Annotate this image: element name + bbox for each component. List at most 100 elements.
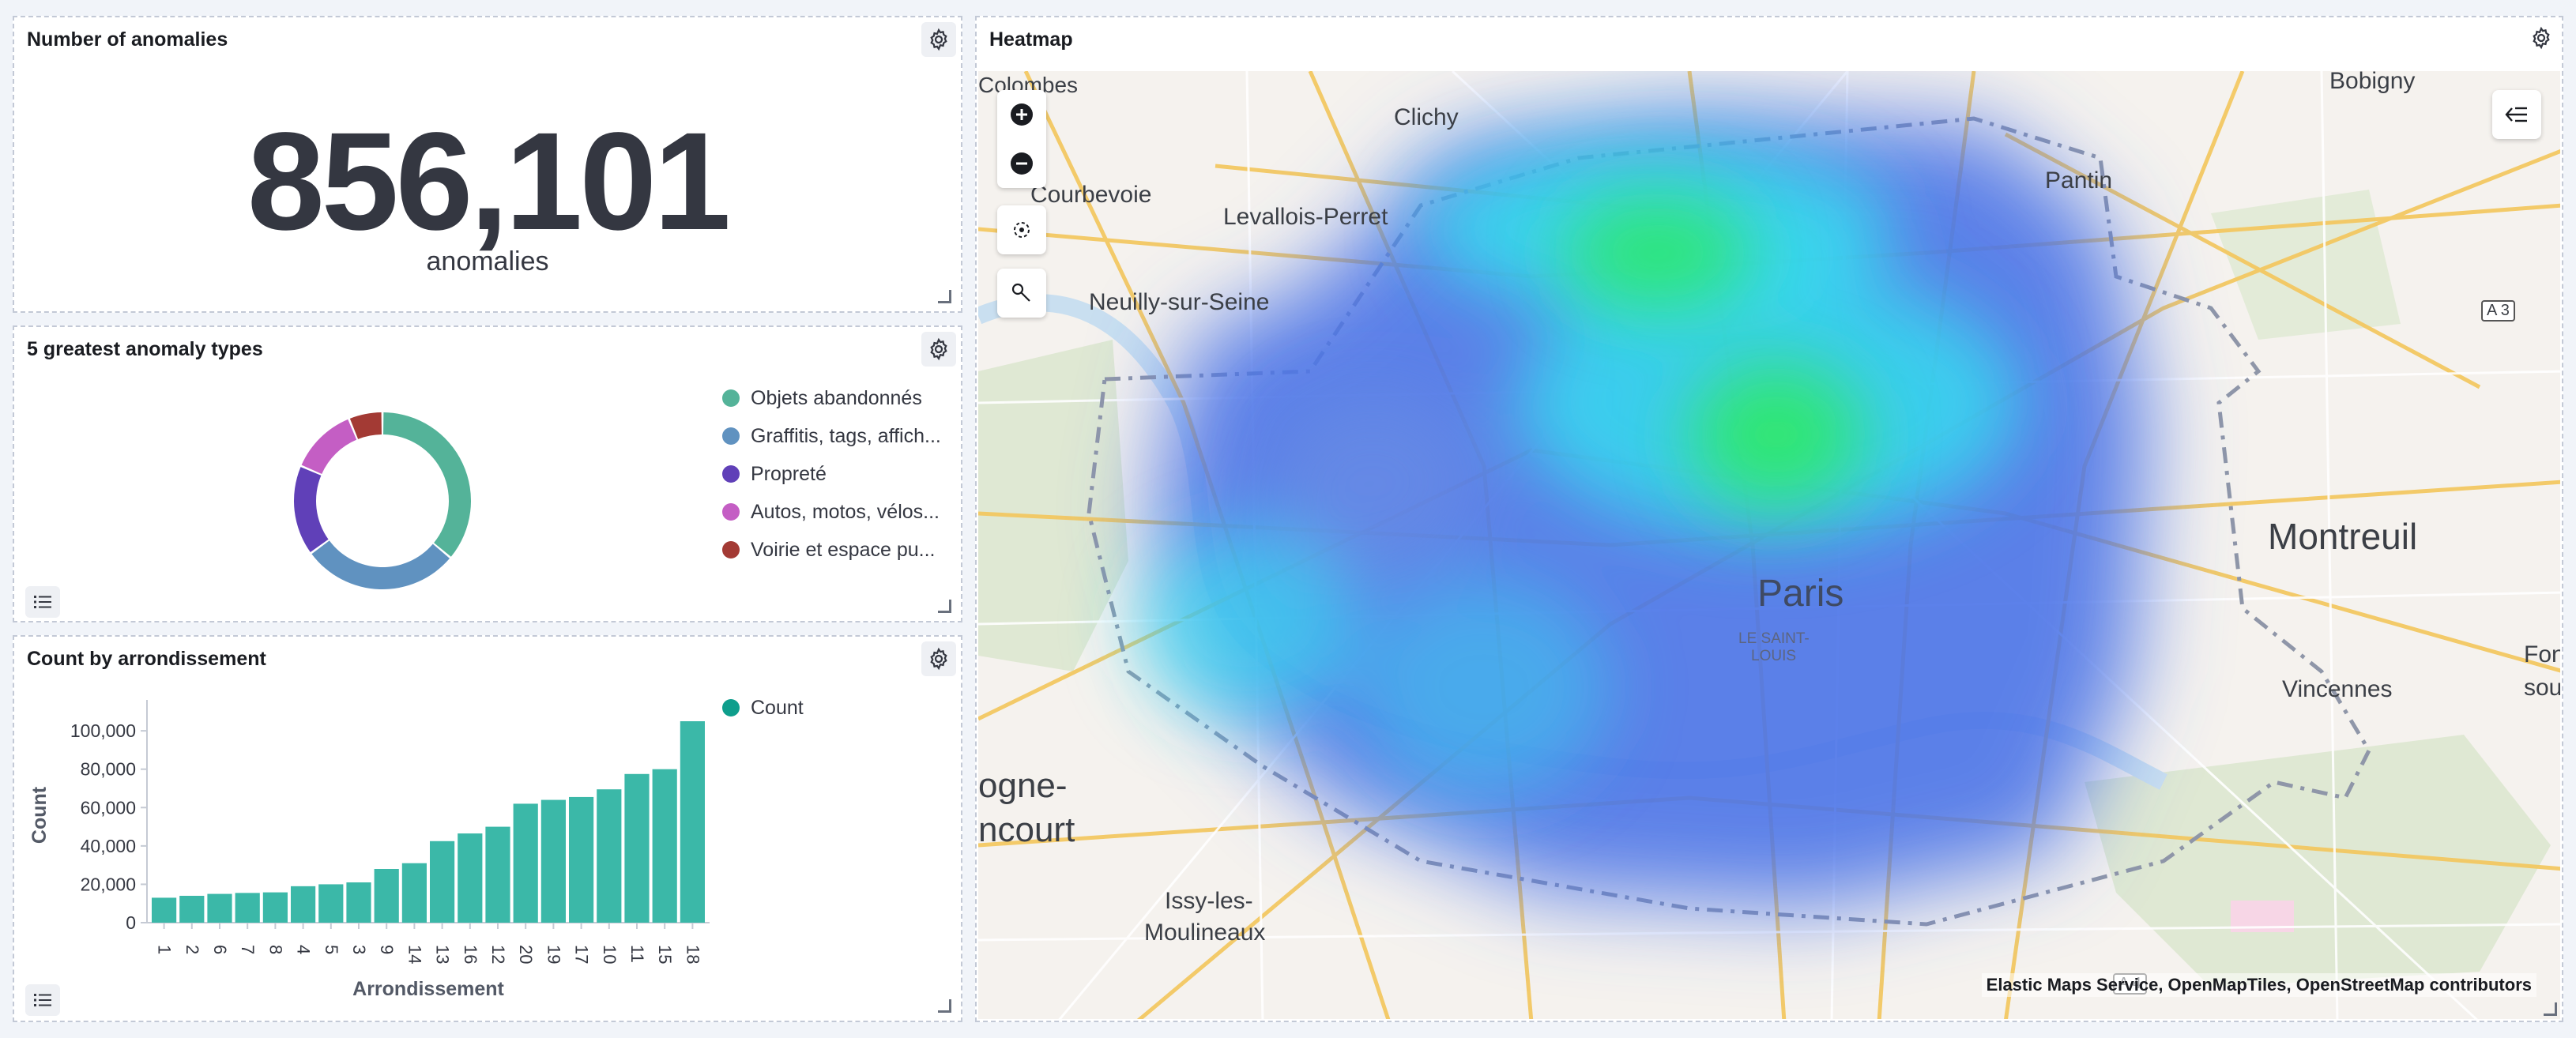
x-tick-label: 4 xyxy=(294,945,314,954)
map-label: Issy-les- xyxy=(1165,888,1253,914)
panel-options-button[interactable] xyxy=(921,641,956,676)
x-tick-label: 7 xyxy=(238,945,258,954)
donut-panel: 5 greatest anomaly types Objets abandonn… xyxy=(13,325,962,622)
map-label: Vincennes xyxy=(2282,676,2393,702)
bar[interactable] xyxy=(624,773,650,923)
x-tick-label: 12 xyxy=(488,945,508,964)
bar[interactable] xyxy=(401,863,427,923)
bar[interactable] xyxy=(458,833,483,923)
zoom-out-button[interactable] xyxy=(997,139,1046,188)
x-tick-label: 14 xyxy=(405,945,424,964)
donut-slice[interactable] xyxy=(311,540,450,589)
panel-options-button[interactable] xyxy=(921,332,956,367)
map-canvas[interactable]: Colombes Bobigny Clichy Courbevoie Leval… xyxy=(978,71,2560,1019)
bar[interactable] xyxy=(291,886,316,923)
map-label: Font xyxy=(2524,641,2560,668)
bar[interactable] xyxy=(513,803,538,923)
map-label: Clichy xyxy=(1394,104,1459,130)
fit-to-data-button[interactable] xyxy=(997,205,1046,254)
map-label: ogne- xyxy=(978,766,1068,805)
y-tick-label: 80,000 xyxy=(81,759,136,780)
crosshair-icon xyxy=(1014,222,1030,238)
x-tick-label: 18 xyxy=(683,945,702,964)
bar[interactable] xyxy=(346,882,371,923)
bar[interactable] xyxy=(430,841,455,923)
panel-title: Count by arrondissement xyxy=(27,648,266,670)
legend-item[interactable]: Propreté xyxy=(722,455,941,493)
resize-handle[interactable] xyxy=(938,290,951,303)
legend-dot xyxy=(722,389,740,407)
bar-chart: 020,00040,00060,00080,000100,0001 2 6 7 8 4 5 3… xyxy=(28,700,710,1000)
legend-label: Objets abandonnés xyxy=(751,386,922,409)
wrench-icon xyxy=(1011,283,1030,302)
bar[interactable] xyxy=(680,721,705,923)
bar[interactable] xyxy=(262,892,288,923)
legend-label: Voirie et espace pu... xyxy=(751,538,936,561)
legend-item[interactable]: Autos, motos, vélos... xyxy=(722,493,941,531)
bar-panel: Count by arrondissement 0 20,000 40,000 60,… xyxy=(13,635,962,1022)
y-tick-label: 20,000 xyxy=(81,874,136,894)
legend-dot xyxy=(722,465,740,483)
legend-dot xyxy=(722,541,740,558)
donut-chart[interactable] xyxy=(280,398,485,604)
plus-circle-icon xyxy=(1011,103,1033,126)
legend-toggle-button[interactable] xyxy=(25,586,60,618)
zoom-controls xyxy=(997,90,1046,188)
map-label: Montreuil xyxy=(2268,516,2418,557)
map-label: sou xyxy=(2524,675,2560,701)
panel-options-button[interactable] xyxy=(2524,21,2559,55)
layer-panel-toggle[interactable] xyxy=(2492,90,2541,139)
bar[interactable] xyxy=(485,826,510,923)
x-tick-label: 19 xyxy=(544,945,563,964)
bar[interactable] xyxy=(179,896,205,923)
panel-title: Number of anomalies xyxy=(27,28,228,51)
x-axis-title: Arrondissement xyxy=(352,978,504,1000)
bar[interactable] xyxy=(597,789,622,923)
x-tick-label: 3 xyxy=(349,945,369,954)
resize-handle[interactable] xyxy=(938,999,951,1013)
donut-slice[interactable] xyxy=(349,412,382,439)
tools-button[interactable] xyxy=(997,269,1046,318)
list-icon xyxy=(34,994,51,1006)
x-tick-label: 13 xyxy=(433,945,453,964)
x-tick-label: 9 xyxy=(377,945,397,954)
x-tick-label: 6 xyxy=(210,945,230,954)
bar[interactable] xyxy=(235,893,260,923)
map-label: LE SAINT- xyxy=(1738,630,1810,647)
legend-item[interactable]: Count xyxy=(722,689,804,727)
resize-handle[interactable] xyxy=(2544,1002,2557,1016)
legend-dot xyxy=(722,699,740,716)
zoom-in-button[interactable] xyxy=(997,90,1046,139)
panel-options-button[interactable] xyxy=(921,22,956,57)
bar[interactable] xyxy=(569,796,594,923)
x-tick-label: 10 xyxy=(600,945,620,964)
map-label: Moulineaux xyxy=(1144,920,1266,946)
bar[interactable] xyxy=(207,893,232,923)
bar[interactable] xyxy=(652,769,677,923)
legend-item[interactable]: Voirie et espace pu... xyxy=(722,531,941,569)
list-icon xyxy=(34,596,51,608)
x-tick-label: 2 xyxy=(183,945,202,954)
x-tick-label: 11 xyxy=(627,945,647,963)
bar[interactable] xyxy=(540,799,566,923)
panel-title: 5 greatest anomaly types xyxy=(27,338,263,360)
donut-slice[interactable] xyxy=(383,412,471,557)
map-panel: Heatmap Colombes Bobigny Clichy Courbevo… xyxy=(975,16,2563,1022)
map-label: Courbevoie xyxy=(1030,182,1152,208)
tools-control xyxy=(997,269,1046,318)
resize-handle[interactable] xyxy=(938,600,951,613)
legend-item[interactable]: Objets abandonnés xyxy=(722,379,941,417)
map-label: LOUIS xyxy=(1751,648,1797,664)
bar[interactable] xyxy=(318,884,344,923)
legend-item[interactable]: Graffitis, tags, affich... xyxy=(722,417,941,455)
bar-legend: Count xyxy=(722,689,804,727)
map-label: ncourt xyxy=(978,810,1075,849)
donut-slice[interactable] xyxy=(301,419,357,474)
bar[interactable] xyxy=(152,897,177,923)
map-label: Levallois-Perret xyxy=(1223,204,1388,230)
legend-label: Graffitis, tags, affich... xyxy=(751,424,941,447)
donut-slice[interactable] xyxy=(294,467,329,552)
legend-toggle-button[interactable] xyxy=(25,984,60,1016)
bar[interactable] xyxy=(374,869,399,923)
collapse-left-icon xyxy=(2505,107,2527,122)
